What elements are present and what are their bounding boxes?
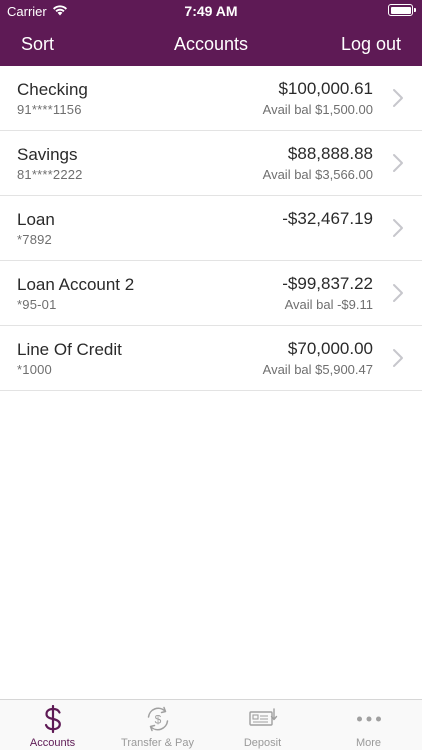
chevron-right-icon xyxy=(393,284,403,302)
header: Carrier 7:49 AM Sort Accounts Log out xyxy=(0,0,422,66)
account-name: Checking xyxy=(17,80,88,99)
check-deposit-icon xyxy=(248,708,277,726)
account-name: Loan Account 2 xyxy=(17,275,135,294)
logout-button[interactable]: Log out xyxy=(341,34,401,55)
account-name: Savings xyxy=(17,145,78,164)
account-balance: $70,000.00 xyxy=(287,339,373,358)
tab-transfer-pay[interactable]: $ Transfer & Pay xyxy=(105,700,210,750)
tab-label: Deposit xyxy=(243,737,282,749)
tab-deposit[interactable]: Deposit xyxy=(210,700,315,750)
dollar-icon xyxy=(44,705,61,733)
transfer-icon: $ xyxy=(147,706,168,732)
account-number: *7892 xyxy=(17,232,52,247)
account-name: Loan xyxy=(17,210,55,229)
account-row-loan[interactable]: Loan *7892 -$32,467.19 xyxy=(0,196,422,261)
chevron-right-icon xyxy=(393,349,403,367)
account-name: Line Of Credit xyxy=(17,340,122,359)
tab-accounts[interactable]: Accounts xyxy=(0,700,105,750)
svg-text:$: $ xyxy=(154,713,161,727)
account-row-savings[interactable]: Savings 81****2222 $88,888.88 Avail bal … xyxy=(0,131,422,196)
status-bar: Carrier 7:49 AM xyxy=(0,0,422,22)
account-number: 91****1156 xyxy=(17,102,82,117)
tab-label: Accounts xyxy=(29,737,76,749)
tab-more[interactable]: More xyxy=(316,700,421,750)
battery-icon xyxy=(388,4,416,16)
account-row-checking[interactable]: Checking 91****1156 $100,000.61 Avail ba… xyxy=(0,66,422,131)
tab-label: More xyxy=(355,737,382,749)
available-balance: Avail bal $5,900.47 xyxy=(262,362,373,377)
chevron-right-icon xyxy=(393,89,403,107)
account-row-line-of-credit[interactable]: Line Of Credit *1000 $70,000.00 Avail ba… xyxy=(0,326,422,391)
available-balance: Avail bal $3,566.00 xyxy=(262,167,373,182)
tab-label: Transfer & Pay xyxy=(121,737,194,749)
account-balance: $100,000.61 xyxy=(278,79,373,98)
nav-bar: Sort Accounts Log out xyxy=(0,22,422,66)
account-balance: $88,888.88 xyxy=(287,144,373,163)
account-number: *95-01 xyxy=(17,297,57,312)
account-number: *1000 xyxy=(17,362,52,377)
accounts-list: Checking 91****1156 $100,000.61 Avail ba… xyxy=(0,66,422,391)
sort-button[interactable]: Sort xyxy=(21,34,54,55)
status-time: 7:49 AM xyxy=(184,3,238,19)
available-balance: Avail bal -$9.11 xyxy=(284,297,373,312)
chevron-right-icon xyxy=(393,219,403,237)
account-row-loan-account-2[interactable]: Loan Account 2 *95-01 -$99,837.22 Avail … xyxy=(0,261,422,326)
tab-bar: Accounts $ Transfer & Pay Deposit More xyxy=(0,699,422,750)
account-balance: -$99,837.22 xyxy=(282,274,373,293)
chevron-right-icon xyxy=(393,154,403,172)
account-balance: -$32,467.19 xyxy=(282,209,373,228)
account-number: 81****2222 xyxy=(17,167,83,182)
available-balance: Avail bal $1,500.00 xyxy=(262,102,373,117)
more-icon xyxy=(356,716,381,722)
